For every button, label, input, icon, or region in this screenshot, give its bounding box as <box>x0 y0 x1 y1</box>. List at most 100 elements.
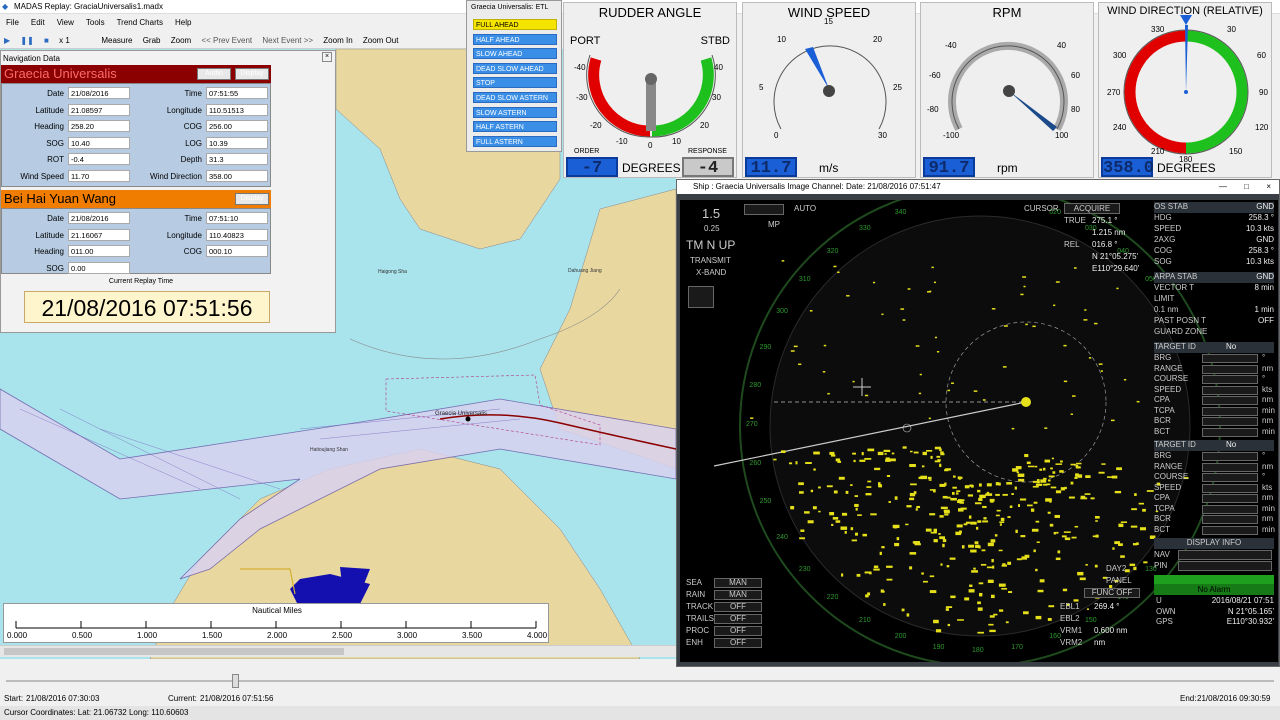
engine-order-button[interactable]: SLOW ASTERN <box>473 106 557 118</box>
menu-tools[interactable]: Tools <box>80 14 111 31</box>
control-value[interactable]: MAN <box>714 590 762 600</box>
field-value: 21.08597 <box>68 103 130 116</box>
field-value: 10.40 <box>68 136 130 149</box>
horizontal-scrollbar[interactable] <box>0 645 676 657</box>
menu-edit[interactable]: Edit <box>25 14 51 31</box>
target-field-unit: nm <box>1262 493 1274 502</box>
gain-bar[interactable] <box>744 204 784 215</box>
measure-button[interactable]: Measure <box>97 32 136 49</box>
field-label: Heading <box>34 122 64 131</box>
target-field: CPA <box>1154 493 1170 502</box>
minimize-icon[interactable]: — <box>1219 180 1227 194</box>
grid-row: Date 21/08/2016 Time 07:51:10 <box>2 212 270 226</box>
radar-window: Ship : Graecia Universalis Image Channel… <box>676 179 1280 667</box>
display-button[interactable]: Display <box>235 68 269 80</box>
scrollbar-thumb[interactable] <box>4 648 344 655</box>
ship1-header: Graecia Universalis Audio Display <box>1 65 271 83</box>
footer-key: OWN <box>1156 606 1176 616</box>
cursor-key: TRUE <box>1064 216 1086 225</box>
auto-label[interactable]: AUTO <box>794 204 816 213</box>
menu-trend-charts[interactable]: Trend Charts <box>111 14 169 31</box>
field-value: 000.10 <box>206 245 268 257</box>
close-icon[interactable]: × <box>322 52 332 62</box>
target-field: BCT <box>1154 426 1170 436</box>
grid-row: SOG 0.00 <box>2 261 270 276</box>
engine-order-button[interactable]: HALF AHEAD <box>473 33 557 45</box>
transmit-label[interactable]: TRANSMIT <box>690 256 731 265</box>
control-value[interactable]: OFF <box>714 614 762 624</box>
control-value[interactable]: OFF <box>714 638 762 648</box>
field-label: Latitude <box>35 230 64 240</box>
engine-order-button[interactable]: DEAD SLOW AHEAD <box>473 62 557 74</box>
ship1-name: Graecia Universalis <box>4 66 117 81</box>
grab-button[interactable]: Grab <box>139 32 165 49</box>
audio-button[interactable]: Audio <box>197 68 231 80</box>
maximize-icon[interactable]: □ <box>1244 180 1249 194</box>
next-event-button[interactable]: Next Event >> <box>258 32 317 49</box>
target-field: CPA <box>1154 395 1170 404</box>
rpm-tick: -60 <box>929 71 941 80</box>
field-value: 11.70 <box>68 169 130 182</box>
wind-dir-unit: DEGREES <box>1157 161 1216 175</box>
menu-file[interactable]: File <box>0 14 25 31</box>
engine-order-button[interactable]: STOP <box>473 77 557 89</box>
field-value: 110.40823 <box>206 228 268 241</box>
grid-row: Heading 258.20 COG 256.00 <box>2 120 270 134</box>
compass-icon[interactable] <box>688 286 714 308</box>
control-value[interactable]: OFF <box>714 602 762 612</box>
info-value: 258.3 ° <box>1248 246 1274 255</box>
target-field-unit: ° <box>1262 451 1266 460</box>
ebl-vrm-label[interactable]: VRM1 <box>1060 626 1082 635</box>
close-icon[interactable]: × <box>1266 180 1271 194</box>
play-icon[interactable]: ▶ <box>0 32 14 49</box>
target-field-box <box>1202 515 1258 524</box>
ship2-data-grid: Date 21/08/2016 Time 07:51:10 Latitude 21.160… <box>1 208 271 274</box>
func-off-button[interactable]: FUNC OFF <box>1084 588 1140 598</box>
cursor-value: 016.8 ° <box>1092 240 1118 249</box>
scale-tick-label: 3.000 <box>397 631 418 640</box>
field-value: 07:51:55 <box>206 87 268 99</box>
control-value[interactable]: MAN <box>714 578 762 588</box>
timeline-slider[interactable] <box>232 674 239 688</box>
zoom-out-button[interactable]: Zoom Out <box>359 32 403 49</box>
scale-tick-label: 2.000 <box>267 631 288 640</box>
acquire-button[interactable]: ACQUIRE <box>1064 203 1120 214</box>
radar-display[interactable]: 260 270 280 290 300 310 320 330 340 020 030 040 050 1… <box>680 200 1278 662</box>
stop-icon[interactable]: ■ <box>40 32 53 49</box>
scale-title: Nautical Miles <box>252 606 302 615</box>
scale-tick-label: 0.000 <box>7 631 28 640</box>
engine-order-button[interactable]: DEAD SLOW ASTERN <box>473 92 557 103</box>
target-field-box <box>1202 396 1258 405</box>
field-value: -0.4 <box>68 153 130 165</box>
timeline-track[interactable] <box>6 680 1274 682</box>
rpm-tick: 60 <box>1071 71 1080 80</box>
menu-help[interactable]: Help <box>169 14 197 31</box>
app-icon: ◆ <box>2 2 9 11</box>
pause-icon[interactable]: ❚❚ <box>16 32 37 49</box>
toolbar: ▶ ❚❚ ■ x 1 Measure Grab Zoom << Prev Eve… <box>0 32 470 49</box>
rudder-tick: 20 <box>700 121 709 130</box>
engine-order-button[interactable]: FULL ASTERN <box>473 135 557 147</box>
engine-order-button[interactable]: HALF ASTERN <box>473 121 557 133</box>
panel-label[interactable]: PANEL <box>1106 576 1132 585</box>
wind-dir-tick: 270 <box>1107 88 1121 97</box>
wind-tick: 10 <box>777 35 786 44</box>
ebl-vrm-label[interactable]: EBL1 <box>1060 602 1080 611</box>
prev-event-button[interactable]: << Prev Event <box>197 32 256 49</box>
mode-label[interactable]: TM N UP <box>686 238 735 252</box>
zoom-in-button[interactable]: Zoom In <box>319 32 356 49</box>
engine-order-button[interactable]: SLOW AHEAD <box>473 48 557 60</box>
ebl-vrm-label[interactable]: VRM2 <box>1060 638 1082 647</box>
cursor-label: CURSOR <box>1024 204 1059 213</box>
target-field-box <box>1202 462 1258 472</box>
display-button[interactable]: Display <box>235 193 269 205</box>
speed-select[interactable]: x 1 <box>55 32 95 49</box>
ebl-vrm-label[interactable]: EBL2 <box>1060 614 1080 623</box>
replay-time-display: 21/08/2016 07:51:56 <box>24 291 270 323</box>
menu-view[interactable]: View <box>51 14 80 31</box>
engine-order-button[interactable]: FULL AHEAD <box>473 19 557 30</box>
status-bar: Cursor Coordinates: Lat: 21.06732 Long: … <box>0 706 1280 720</box>
grid-row: Date 21/08/2016 Time 07:51:55 <box>2 87 270 101</box>
control-value[interactable]: OFF <box>714 626 762 636</box>
zoom-button[interactable]: Zoom <box>167 32 195 49</box>
